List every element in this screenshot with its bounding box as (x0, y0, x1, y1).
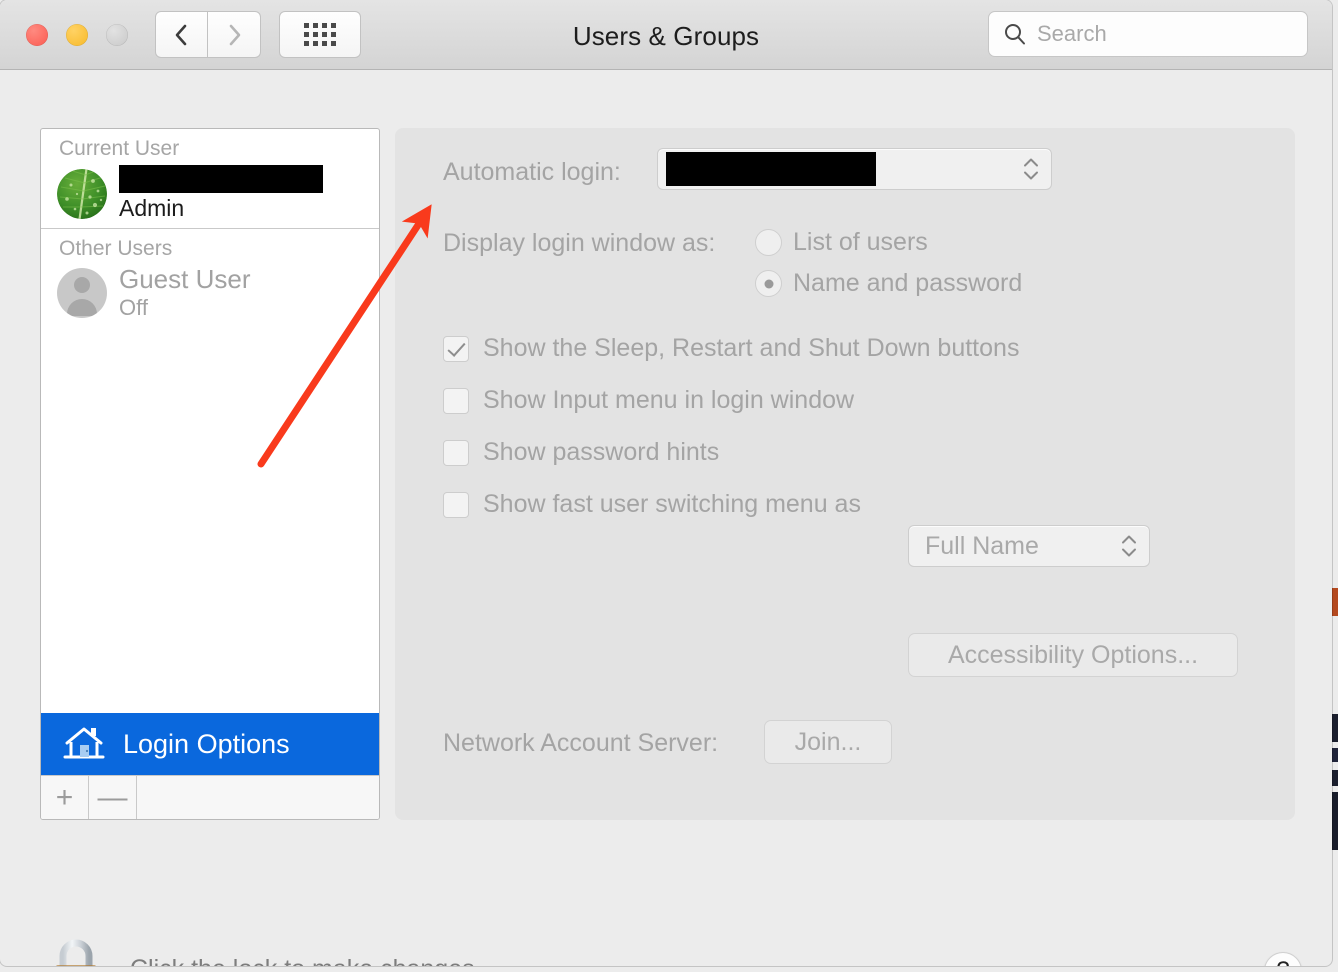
stepper-updown-icon (1121, 535, 1137, 558)
sidebar-footer: + — (41, 775, 379, 819)
padlock-locked-icon[interactable] (48, 938, 104, 966)
remove-user-button[interactable]: — (89, 776, 137, 819)
leaf-photo-icon (57, 168, 107, 219)
help-button[interactable]: ? (1264, 952, 1302, 966)
radio-list-of-users[interactable]: List of users (755, 228, 928, 257)
radio-button[interactable] (755, 270, 782, 297)
user-texts: Admin (119, 165, 323, 222)
checkbox-label: Show the Sleep, Restart and Shut Down bu… (483, 334, 1020, 362)
guest-user-status: Off (119, 295, 148, 321)
house-icon (63, 727, 105, 759)
automatic-login-value-redacted (666, 152, 876, 186)
sidebar-item-login-options[interactable]: Login Options (41, 713, 379, 775)
checkbox-label: Show fast user switching menu as (483, 490, 861, 518)
display-login-window-label: Display login window as: (443, 229, 716, 257)
checkbox-row-input-menu[interactable]: Show Input menu in login window (443, 386, 854, 415)
join-button[interactable]: Join... (764, 720, 892, 764)
guest-user-name: Guest User (119, 264, 251, 294)
radio-name-and-password[interactable]: Name and password (755, 269, 1022, 298)
checkbox-label: Show Input menu in login window (483, 386, 855, 414)
radio-button[interactable] (755, 229, 782, 256)
sidebar-item-guest-user[interactable]: Guest User Off (41, 263, 379, 327)
radio-label: List of users (793, 228, 928, 256)
sidebar-item-label: Login Options (123, 728, 290, 759)
current-user-role: Admin (119, 195, 185, 221)
group-header-current-user: Current User (59, 137, 180, 160)
user-texts: Guest User Off (119, 265, 251, 321)
sidebar-item-current-user[interactable]: Admin (41, 163, 379, 228)
system-preferences-window: Users & Groups Current User (0, 0, 1332, 966)
lock-message: Click the lock to make changes. (130, 955, 482, 967)
stepper-updown-icon (1023, 158, 1039, 181)
search-field[interactable] (988, 11, 1308, 57)
checkbox-row-sleep-restart-shutdown[interactable]: Show the Sleep, Restart and Shut Down bu… (443, 334, 1019, 363)
search-input[interactable] (1037, 21, 1307, 47)
accessibility-options-button[interactable]: Accessibility Options... (908, 633, 1238, 677)
network-account-server-label: Network Account Server: (443, 729, 719, 757)
display-login-window-row: Display login window as: (443, 229, 715, 258)
search-icon (1005, 24, 1025, 45)
current-user-name-redacted (119, 165, 323, 193)
network-account-server-row: Network Account Server: (443, 729, 718, 758)
users-sidebar: Current User Admin Other Users Guest Use… (40, 128, 380, 820)
avatar (57, 168, 107, 219)
fast-user-switching-popup[interactable]: Full Name (908, 525, 1150, 567)
checkbox-row-password-hints[interactable]: Show password hints (443, 438, 719, 467)
checkbox[interactable] (443, 387, 469, 414)
automatic-login-row: Automatic login: (443, 158, 621, 187)
add-user-button[interactable]: + (41, 776, 89, 819)
lock-area: Click the lock to make changes. (48, 938, 482, 966)
window-body: Current User Admin Other Users Guest Use… (0, 70, 1332, 966)
automatic-login-label: Automatic login: (443, 158, 621, 186)
checkbox[interactable] (443, 439, 469, 466)
window-titlebar: Users & Groups (0, 0, 1332, 70)
guest-person-icon (57, 268, 107, 319)
checkbox-label: Show password hints (483, 438, 720, 466)
screenshot-root: Users & Groups Current User (0, 0, 1338, 972)
checkbox[interactable] (443, 335, 469, 362)
login-options-panel: Automatic login: Display login window as… (395, 128, 1295, 820)
checkbox-row-fast-user-switching[interactable]: Show fast user switching menu as (443, 490, 861, 519)
group-header-other-users: Other Users (59, 237, 173, 260)
sidebar-footer-filler (137, 776, 379, 819)
automatic-login-popup[interactable] (657, 148, 1052, 190)
checkbox[interactable] (443, 491, 469, 518)
fast-user-switching-value: Full Name (925, 531, 1039, 560)
radio-label: Name and password (793, 269, 1023, 297)
